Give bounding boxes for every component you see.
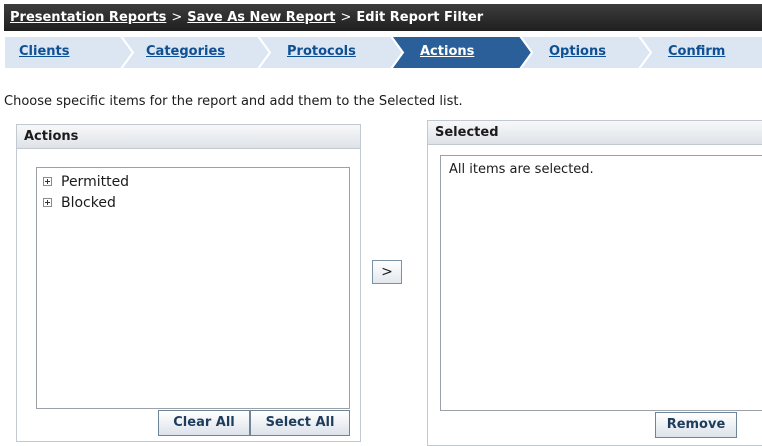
actions-tree[interactable]: Permitted Blocked bbox=[36, 167, 350, 409]
step-confirm[interactable]: Confirm bbox=[668, 36, 725, 69]
breadcrumb: Presentation Reports > Save As New Report >… bbox=[4, 4, 762, 31]
step-clients[interactable]: Clients bbox=[19, 36, 69, 69]
wizard-steps: Clients Categories Protocols Actions Opt… bbox=[4, 36, 762, 69]
wizard-steps-background bbox=[4, 36, 762, 69]
breadcrumb-save-as-new-report[interactable]: Save As New Report bbox=[187, 10, 335, 25]
step-actions[interactable]: Actions bbox=[420, 36, 474, 69]
step-categories[interactable]: Categories bbox=[146, 36, 225, 69]
breadcrumb-separator: > bbox=[340, 10, 352, 25]
clear-all-button[interactable]: Clear All bbox=[158, 410, 250, 436]
selected-list[interactable]: All items are selected. bbox=[440, 155, 762, 411]
selected-list-message: All items are selected. bbox=[449, 162, 594, 177]
tree-item-label: Permitted bbox=[61, 174, 130, 190]
step-protocols[interactable]: Protocols bbox=[287, 36, 356, 69]
breadcrumb-separator: > bbox=[171, 10, 183, 25]
selected-panel: Selected All items are selected. Remove bbox=[427, 120, 762, 446]
remove-button[interactable]: Remove bbox=[655, 412, 737, 438]
selected-panel-title: Selected bbox=[428, 121, 762, 145]
step-options[interactable]: Options bbox=[549, 36, 606, 69]
breadcrumb-current-page: Edit Report Filter bbox=[356, 10, 484, 25]
instruction-text: Choose specific items for the report and… bbox=[4, 94, 463, 109]
plus-expander-icon[interactable] bbox=[43, 177, 52, 186]
add-to-selected-button[interactable]: > bbox=[372, 260, 402, 284]
tree-item-blocked[interactable]: Blocked bbox=[37, 193, 349, 214]
tree-item-label: Blocked bbox=[61, 195, 116, 211]
actions-panel-title: Actions bbox=[17, 125, 360, 149]
actions-panel: Actions Permitted Blocked Clear All Sele… bbox=[16, 124, 361, 442]
report-filter-page: Presentation Reports > Save As New Report >… bbox=[0, 0, 762, 446]
breadcrumb-presentation-reports[interactable]: Presentation Reports bbox=[10, 10, 166, 25]
tree-item-permitted[interactable]: Permitted bbox=[37, 172, 349, 193]
plus-expander-icon[interactable] bbox=[43, 198, 52, 207]
select-all-button[interactable]: Select All bbox=[250, 410, 350, 436]
